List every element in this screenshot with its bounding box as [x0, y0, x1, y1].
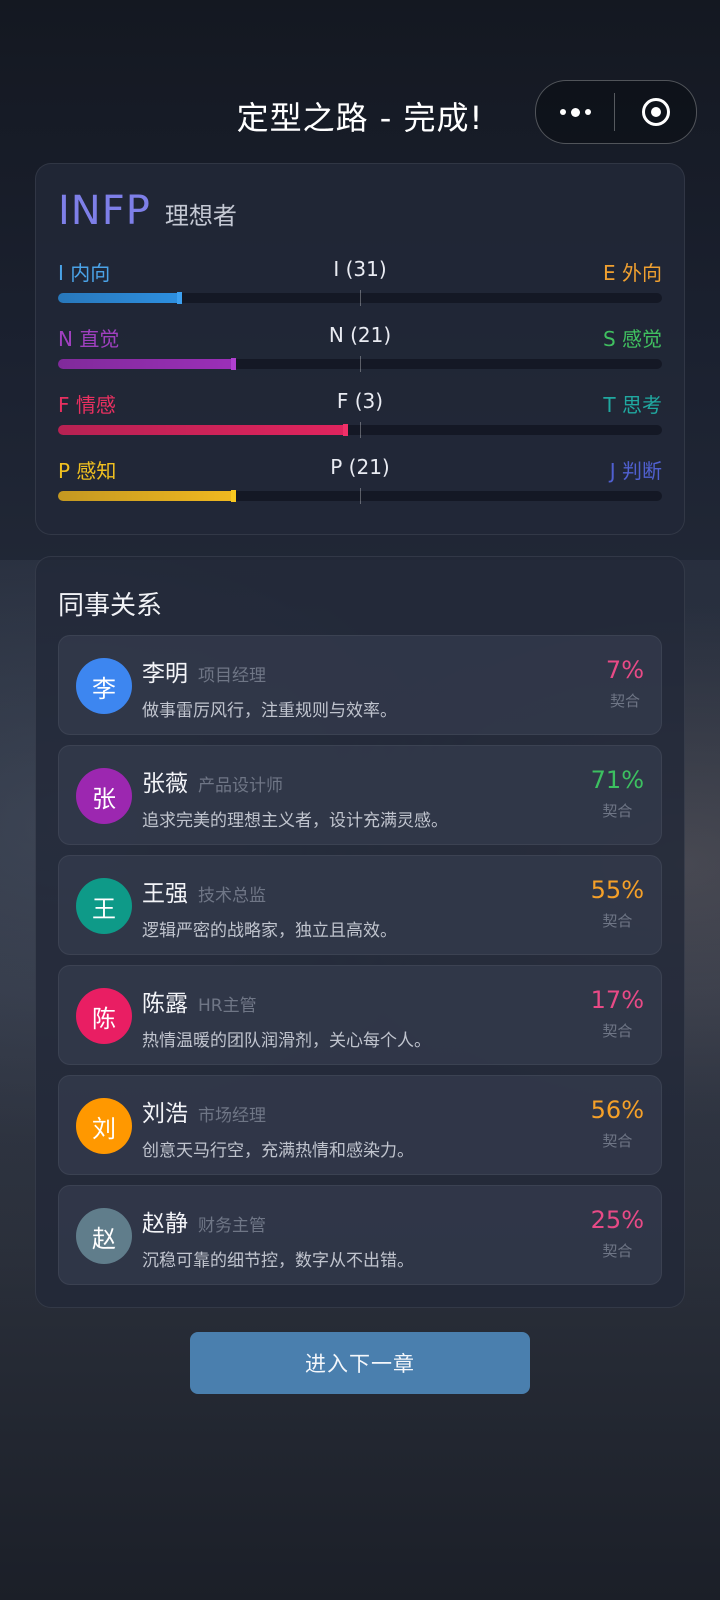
colleague-card[interactable]: 张 张薇 产品设计师 追求完美的理想主义者，设计充满灵感。 71% 契合: [58, 745, 662, 845]
avatar: 王: [76, 878, 132, 934]
miniprogram-capsule: [535, 80, 697, 144]
dimension-row: I 内向 I (31) E 外向: [58, 257, 662, 307]
dimension-bar: [58, 290, 662, 306]
compatibility-percent: 25%: [590, 1206, 644, 1234]
colleague-description: 热情温暖的团队润滑剂，关心每个人。: [142, 1031, 431, 1051]
mbti-type-name: 理想者: [164, 202, 237, 230]
colleague-role: HR主管: [198, 996, 257, 1016]
colleague-card[interactable]: 李 李明 项目经理 做事雷厉风行，注重规则与效率。 7% 契合: [58, 635, 662, 735]
dimension-bar-fill: [58, 293, 179, 303]
mbti-type: INFP: [58, 188, 151, 234]
mbti-result-card: INFP 理想者 I 内向 I (31) E 外向 N 直觉 N (21) S …: [35, 163, 685, 535]
colleague-description: 追求完美的理想主义者，设计充满灵感。: [142, 811, 448, 831]
dimension-row: N 直觉 N (21) S 感觉: [58, 323, 662, 373]
dimension-center-line: [360, 290, 361, 306]
compatibility-percent: 55%: [590, 876, 644, 904]
compatibility-percent: 71%: [590, 766, 644, 794]
dimension-center-line: [360, 422, 361, 438]
colleague-name: 王强: [142, 881, 188, 907]
dimension-row: F 情感 F (3) T 思考: [58, 389, 662, 439]
colleague-role: 市场经理: [198, 1106, 266, 1126]
colleague-role: 项目经理: [198, 666, 266, 686]
colleague-name: 张薇: [142, 771, 188, 797]
colleague-name: 赵静: [142, 1211, 188, 1237]
dimension-right-label: T 思考: [603, 393, 662, 417]
dimension-right-label: S 感觉: [602, 327, 662, 351]
close-miniprogram-button[interactable]: [615, 98, 696, 126]
dimension-score: I (31): [333, 257, 387, 281]
dimension-bar: [58, 422, 662, 438]
next-chapter-button[interactable]: 进入下一章: [190, 1332, 530, 1394]
compatibility-label: 契合: [602, 802, 633, 820]
dimension-right-label: E 外向: [603, 261, 662, 285]
colleague-description: 创意天马行空，充满热情和感染力。: [142, 1141, 414, 1161]
dimension-marker: [176, 292, 182, 304]
colleague-description: 做事雷厉风行，注重规则与效率。: [142, 701, 397, 721]
colleague-card[interactable]: 赵 赵静 财务主管 沉稳可靠的细节控，数字从不出错。 25% 契合: [58, 1185, 662, 1285]
colleague-description: 沉稳可靠的细节控，数字从不出错。: [142, 1251, 414, 1271]
colleague-relations-card: 同事关系 李 李明 项目经理 做事雷厉风行，注重规则与效率。 7% 契合 张 张薇产…: [35, 556, 685, 1308]
colleague-role: 技术总监: [198, 886, 266, 906]
compatibility-percent: 56%: [590, 1096, 644, 1124]
colleague-role: 财务主管: [198, 1216, 266, 1236]
dimension-row: P 感知 P (21) J 判断: [58, 455, 662, 505]
compatibility-label: 契合: [602, 1242, 633, 1260]
avatar: 陈: [76, 988, 132, 1044]
dimension-score: F (3): [336, 389, 384, 413]
dimension-right-label: J 判断: [609, 459, 662, 483]
compatibility-label: 契合: [602, 912, 633, 930]
dimension-bar-fill: [58, 425, 345, 435]
dimension-bar: [58, 488, 662, 504]
dimension-bar-fill: [58, 359, 234, 369]
section-title: 同事关系: [58, 591, 163, 621]
compatibility-percent: 17%: [590, 986, 644, 1014]
dimension-marker: [342, 424, 348, 436]
avatar: 赵: [76, 1208, 132, 1264]
dimension-score: N (21): [328, 323, 392, 347]
colleague-description: 逻辑严密的战略家，独立且高效。: [142, 921, 397, 941]
page-title: 定型之路 - 完成!: [236, 99, 484, 137]
dimension-center-line: [360, 488, 361, 504]
target-icon: [641, 98, 670, 126]
compatibility-label: 契合: [602, 1022, 633, 1040]
avatar: 李: [76, 658, 132, 714]
colleague-role: 产品设计师: [198, 776, 283, 796]
dimension-center-line: [360, 356, 361, 372]
dimension-marker: [231, 358, 237, 370]
colleague-card[interactable]: 刘 刘浩 市场经理 创意天马行空，充满热情和感染力。 56% 契合: [58, 1075, 662, 1175]
compatibility-label: 契合: [602, 1132, 633, 1150]
dimension-marker: [231, 490, 237, 502]
dimension-bar-fill: [58, 491, 234, 501]
colleague-name: 陈露: [142, 991, 188, 1017]
more-icon[interactable]: [536, 81, 614, 143]
avatar: 刘: [76, 1098, 132, 1154]
colleague-name: 李明: [142, 661, 188, 687]
mbti-title: INFP 理想者: [58, 188, 662, 234]
colleague-name: 刘浩: [142, 1101, 188, 1127]
colleague-card[interactable]: 陈 陈露 HR主管 热情温暖的团队润滑剂，关心每个人。 17% 契合: [58, 965, 662, 1065]
avatar: 张: [76, 768, 132, 824]
dimension-bar: [58, 356, 662, 372]
compatibility-label: 契合: [609, 692, 640, 710]
colleague-card[interactable]: 王 王强 技术总监 逻辑严密的战略家，独立且高效。 55% 契合: [58, 855, 662, 955]
compatibility-percent: 7%: [605, 656, 644, 684]
dimension-score: P (21): [330, 455, 390, 479]
